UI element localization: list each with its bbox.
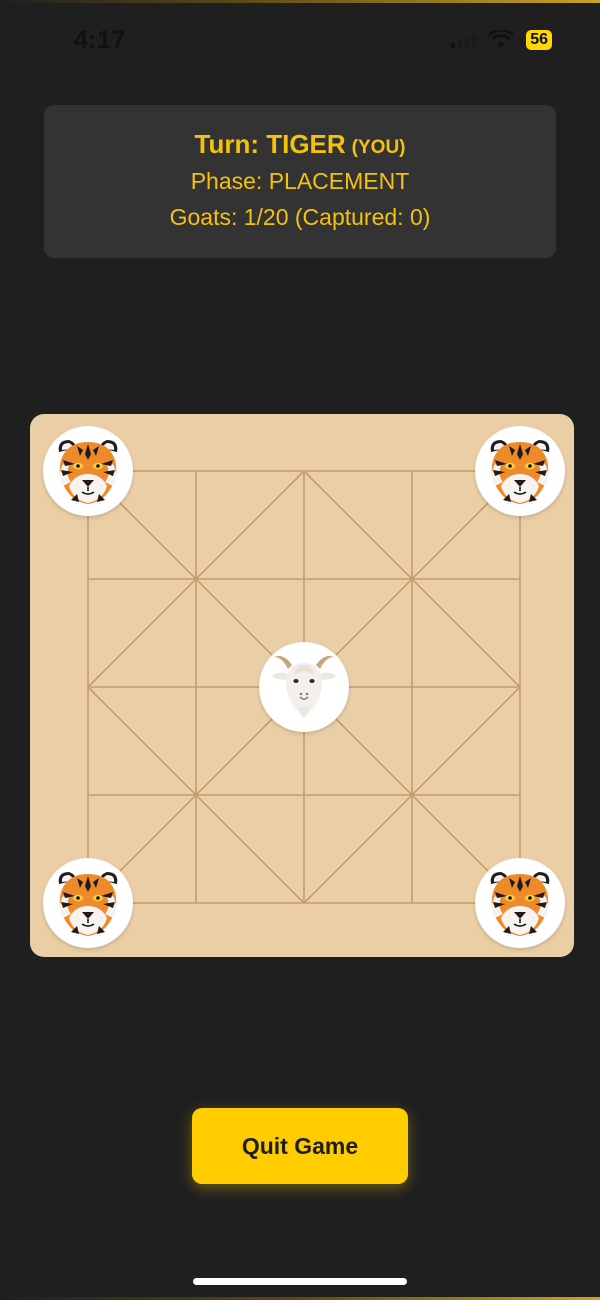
game-board[interactable] [30,414,574,957]
phase-label: Phase: PLACEMENT [190,168,410,194]
game-status-panel: Turn: TIGER (YOU) Phase: PLACEMENT Goats:… [44,105,556,258]
battery-icon: 56 [526,30,552,50]
goats-counter: Goats: 1/20 (Captured: 0) [169,204,431,230]
tiger-icon [58,440,118,504]
tiger-piece[interactable] [43,858,133,948]
wifi-icon [488,30,515,48]
cellular-signal-icon [451,32,477,48]
tiger-icon [490,872,550,936]
turn-indicator: Turn: TIGER (YOU) [44,129,556,160]
goat-piece[interactable] [259,642,349,732]
goat-icon [272,656,336,717]
home-indicator[interactable] [193,1278,407,1285]
turn-player-tag: (YOU) [351,137,406,158]
tiger-piece[interactable] [475,858,565,948]
turn-label: Turn: TIGER [194,129,346,159]
tiger-icon [490,440,550,504]
tiger-piece[interactable] [43,426,133,516]
quit-game-button[interactable]: Quit Game [192,1108,408,1184]
tiger-piece[interactable] [475,426,565,516]
status-icons: 56 [451,30,552,50]
status-time: 4:17 [74,26,127,54]
tiger-icon [58,872,118,936]
top-accent-line [0,0,600,3]
